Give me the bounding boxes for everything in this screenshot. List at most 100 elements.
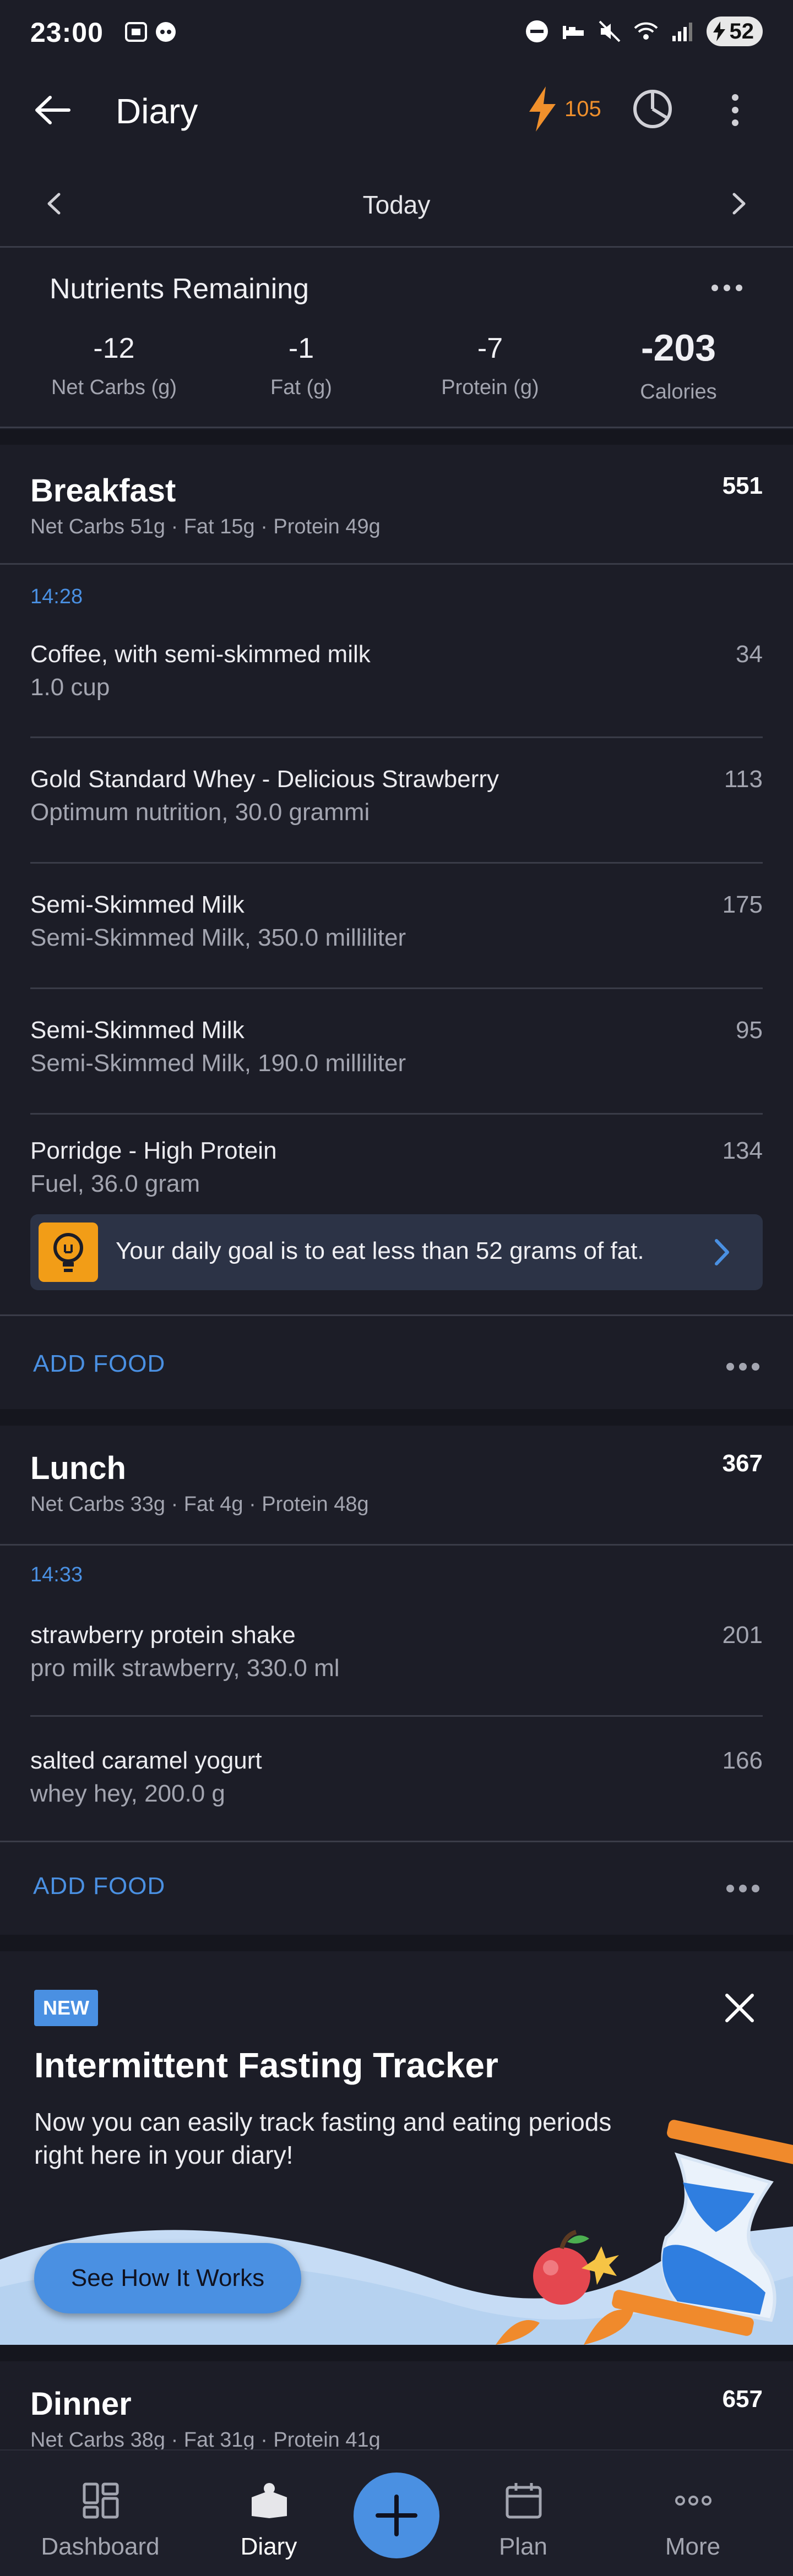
food-calories: 95 xyxy=(736,1017,763,1044)
divider xyxy=(0,1544,793,1546)
meal-time[interactable]: 14:33 xyxy=(30,1563,83,1587)
nav-label: More xyxy=(665,2533,721,2560)
nutrient-value: -203 xyxy=(640,327,716,369)
status-bar: 23:00 52 xyxy=(0,0,793,66)
add-entry-fab[interactable] xyxy=(354,2473,439,2558)
divider xyxy=(30,1715,763,1717)
more-dots-icon xyxy=(675,2496,711,2506)
calendar-icon xyxy=(506,2483,542,2519)
lightbulb-icon xyxy=(39,1222,98,1282)
streak-button[interactable]: 105 xyxy=(526,85,601,133)
divider xyxy=(0,1314,793,1316)
signal-icon xyxy=(672,23,692,41)
battery-level: 52 xyxy=(729,19,754,43)
see-how-it-works-button[interactable]: See How It Works xyxy=(34,2243,301,2313)
more-horizontal-icon[interactable] xyxy=(726,1881,760,1896)
new-badge: NEW xyxy=(34,1990,98,2026)
meal-macros: Net Carbs 38g · Fat 31g · Protein 41g xyxy=(30,2428,381,2449)
assistant-icon xyxy=(156,22,176,42)
meal-macros: Net Carbs 33g · Fat 4g · Protein 48g xyxy=(30,1493,369,1516)
pie-chart-icon[interactable] xyxy=(631,87,675,131)
food-row[interactable]: Gold Standard Whey - Delicious Strawberr… xyxy=(0,746,793,871)
section-gap xyxy=(0,1409,793,1426)
divider xyxy=(30,987,763,989)
chevron-right-icon[interactable] xyxy=(724,190,752,217)
nutrient-label: Net Carbs (g) xyxy=(51,376,177,399)
diary-icon xyxy=(252,2483,287,2518)
nutrient-calories: -203 Calories xyxy=(596,327,761,404)
breakfast-card: Breakfast 551 Net Carbs 51g · Fat 15g · … xyxy=(0,445,793,1409)
nav-item-diary[interactable]: Diary xyxy=(192,2451,346,2576)
food-row[interactable]: Semi-Skimmed Milk Semi-Skimmed Milk, 350… xyxy=(0,871,793,997)
more-horizontal-icon[interactable] xyxy=(710,280,743,296)
add-food-button[interactable]: ADD FOOD xyxy=(33,1350,165,1378)
meal-calories: 657 xyxy=(722,2386,763,2413)
food-calories: 175 xyxy=(722,891,763,918)
promo-body: Now you can easily track fasting and eat… xyxy=(34,2108,612,2169)
food-detail: pro milk strawberry, 330.0 ml xyxy=(30,1655,340,1682)
food-row[interactable]: salted caramel yogurt whey hey, 200.0 g … xyxy=(0,1727,793,1853)
do-not-disturb-icon xyxy=(525,20,548,42)
fat-goal-tip[interactable]: Your daily goal is to eat less than 52 g… xyxy=(30,1214,763,1290)
date-label[interactable]: Today xyxy=(0,190,793,220)
food-calories: 113 xyxy=(724,766,763,793)
food-name: salted caramel yogurt xyxy=(30,1747,262,1774)
meal-title[interactable]: Lunch xyxy=(30,1450,126,1487)
date-navigator: Today xyxy=(0,160,793,248)
mute-icon xyxy=(599,20,620,42)
food-calories: 134 xyxy=(722,1137,763,1164)
food-detail: 1.0 cup xyxy=(30,674,110,701)
section-gap xyxy=(0,2345,793,2361)
plus-icon xyxy=(376,2495,417,2536)
meal-title[interactable]: Dinner xyxy=(30,2386,132,2422)
more-horizontal-icon[interactable] xyxy=(726,1360,760,1374)
food-detail: Semi-Skimmed Milk, 350.0 milliliter xyxy=(30,924,406,951)
nav-label: Dashboard xyxy=(41,2533,160,2560)
divider xyxy=(0,563,793,565)
bottom-navigation: Dashboard Diary Plan More xyxy=(0,2449,793,2576)
nav-label: Diary xyxy=(240,2533,297,2560)
close-icon[interactable] xyxy=(723,1991,757,2025)
meal-calories: 367 xyxy=(722,1450,763,1477)
nav-label: Plan xyxy=(498,2533,548,2560)
nutrient-value: -1 xyxy=(288,332,314,364)
food-name: Semi-Skimmed Milk xyxy=(30,1017,245,1044)
food-calories: 34 xyxy=(736,641,763,668)
page-title: Diary xyxy=(116,91,198,131)
food-detail: Optimum nutrition, 30.0 grammi xyxy=(30,799,370,826)
nutrient-value: -12 xyxy=(93,332,135,364)
food-detail: Semi-Skimmed Milk, 190.0 milliliter xyxy=(30,1050,406,1077)
food-row[interactable]: strawberry protein shake pro milk strawb… xyxy=(0,1602,793,1727)
meal-macros: Net Carbs 51g · Fat 15g · Protein 49g xyxy=(30,515,381,538)
nutrients-remaining-panel[interactable]: Nutrients Remaining -12 Net Carbs (g) -1… xyxy=(0,249,793,428)
food-name: Gold Standard Whey - Delicious Strawberr… xyxy=(30,766,499,793)
add-food-button[interactable]: ADD FOOD xyxy=(33,1873,165,1900)
charging-icon xyxy=(713,21,725,41)
fasting-promo-card: NEW Intermittent Fasting Tracker Now you… xyxy=(0,1951,793,2345)
tip-text: Your daily goal is to eat less than 52 g… xyxy=(116,1237,644,1264)
nav-item-dashboard[interactable]: Dashboard xyxy=(23,2451,177,2576)
overflow-menu-icon[interactable] xyxy=(719,91,752,129)
food-row[interactable]: Semi-Skimmed Milk Semi-Skimmed Milk, 190… xyxy=(0,997,793,1122)
dinner-card: Dinner 657 Net Carbs 38g · Fat 31g · Pro… xyxy=(0,2361,793,2449)
lunch-card: Lunch 367 Net Carbs 33g · Fat 4g · Prote… xyxy=(0,1426,793,1935)
status-left-icons xyxy=(124,20,178,44)
nutrient-value: -7 xyxy=(477,332,503,364)
food-name: Semi-Skimmed Milk xyxy=(30,891,245,918)
status-right-icons: 52 xyxy=(525,17,763,46)
bed-icon xyxy=(562,26,584,39)
food-calories: 166 xyxy=(722,1747,763,1774)
food-row[interactable]: Coffee, with semi-skimmed milk 1.0 cup 3… xyxy=(0,621,793,746)
meal-time[interactable]: 14:28 xyxy=(30,585,83,609)
divider xyxy=(30,862,763,864)
food-detail: whey hey, 200.0 g xyxy=(30,1780,225,1807)
food-calories: 201 xyxy=(722,1622,763,1649)
nav-item-more[interactable]: More xyxy=(616,2451,770,2576)
meal-title[interactable]: Breakfast xyxy=(30,472,176,509)
nav-item-plan[interactable]: Plan xyxy=(446,2451,600,2576)
nutrient-label: Protein (g) xyxy=(441,376,539,399)
lightning-icon xyxy=(529,86,556,132)
nutrient-net-carbs: -12 Net Carbs (g) xyxy=(31,332,197,400)
wifi-icon xyxy=(634,22,658,40)
back-arrow-icon[interactable] xyxy=(30,91,74,129)
